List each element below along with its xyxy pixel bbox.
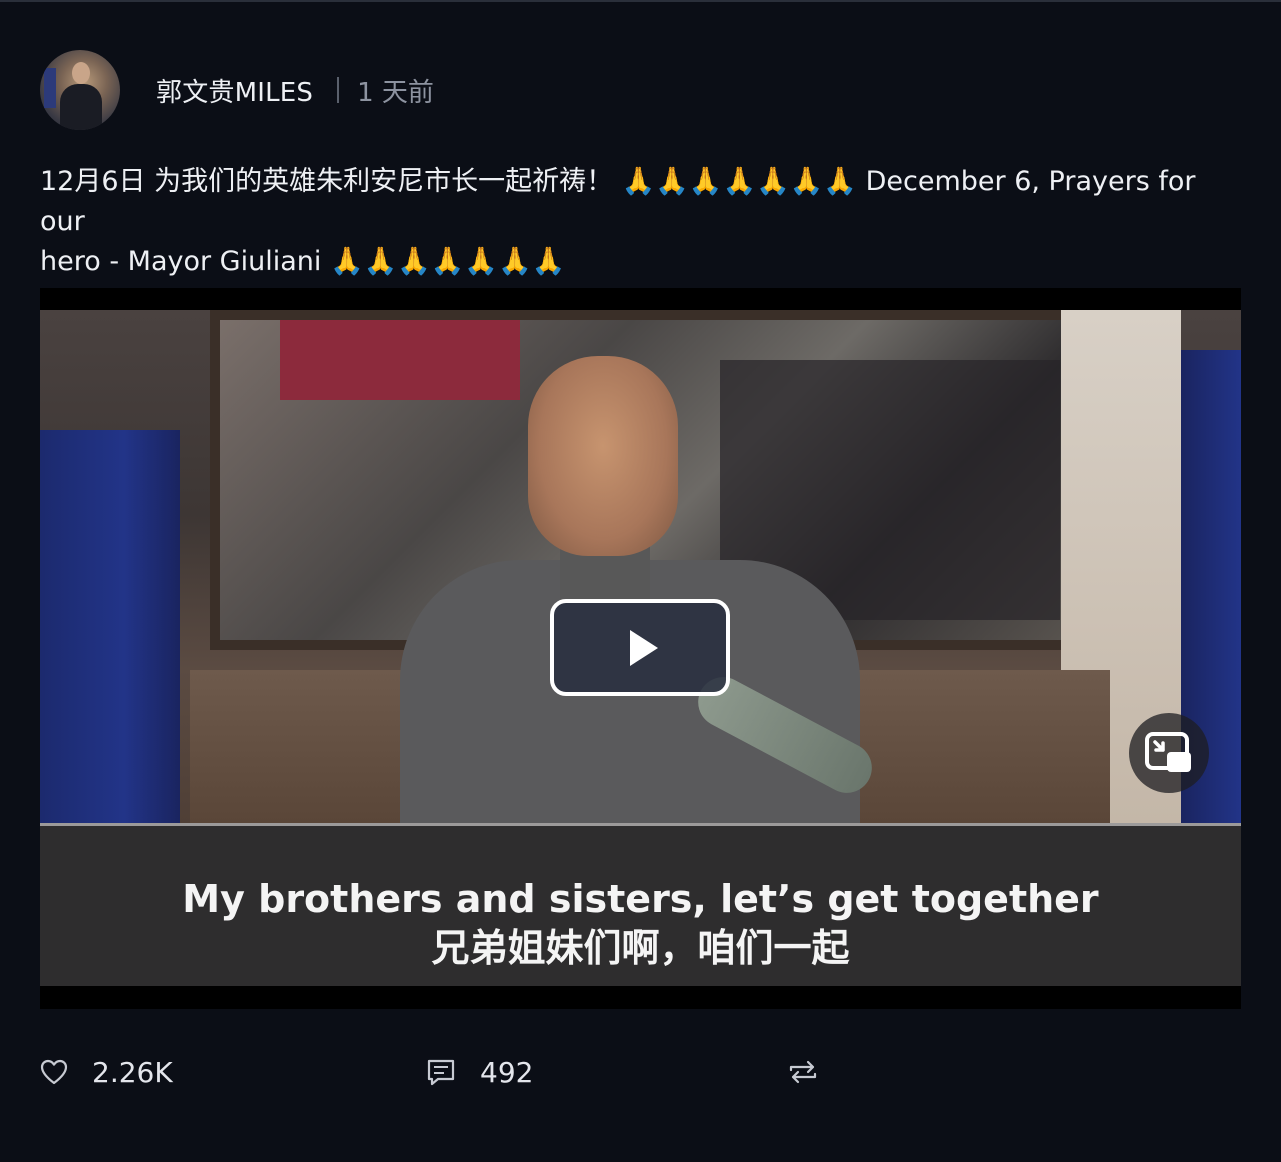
subtitle-bar: My brothers and sisters, let’s get toget… [40, 823, 1241, 986]
post-card: 郭文贵MILES 1 天前 12月6日 为我们的英雄朱利安尼市长一起祈祷！ 🙏🙏… [0, 0, 1281, 1162]
post-text-line-2: hero - Mayor Giuliani 🙏🙏🙏🙏🙏🙏🙏 [40, 246, 566, 277]
post-text-line-1: 12月6日 为我们的英雄朱利安尼市长一起祈祷！ 🙏🙏🙏🙏🙏🙏🙏 December… [40, 166, 1196, 237]
speaker-face [528, 356, 678, 556]
comment-count: 492 [480, 1055, 534, 1089]
avatar-flag [44, 68, 56, 108]
play-icon [630, 629, 658, 666]
comment-button[interactable]: 492 [426, 1050, 533, 1094]
header-divider [337, 77, 340, 103]
avatar-head [72, 62, 90, 84]
like-count: 2.26K [92, 1055, 173, 1089]
video-frame [40, 310, 1241, 823]
avatar-body [60, 84, 102, 130]
painting-red-area [280, 320, 520, 400]
heart-icon [40, 1059, 68, 1085]
comment-icon [427, 1059, 455, 1086]
like-button[interactable]: 2.26K [40, 1050, 173, 1094]
avatar[interactable] [40, 50, 120, 130]
picture-in-picture-button[interactable] [1129, 713, 1209, 793]
play-button[interactable] [550, 599, 730, 696]
post-header: 郭文贵MILES 1 天前 [40, 50, 434, 130]
video-player[interactable]: My brothers and sisters, let’s get toget… [40, 288, 1241, 1009]
subtitle-chinese: 兄弟姐妹们啊，咱们一起 [431, 926, 850, 970]
post-text: 12月6日 为我们的英雄朱利安尼市长一起祈祷！ 🙏🙏🙏🙏🙏🙏🙏 December… [40, 162, 1240, 282]
username[interactable]: 郭文贵MILES [156, 72, 313, 109]
picture-in-picture-icon [1145, 732, 1191, 772]
flag-left [40, 430, 180, 823]
post-time: 1 天前 [357, 77, 434, 108]
repost-icon [789, 1060, 817, 1084]
action-bar: 2.26K 492 [40, 1050, 1241, 1094]
repost-button[interactable] [788, 1050, 818, 1094]
subtitle-english: My brothers and sisters, let’s get toget… [182, 877, 1099, 921]
